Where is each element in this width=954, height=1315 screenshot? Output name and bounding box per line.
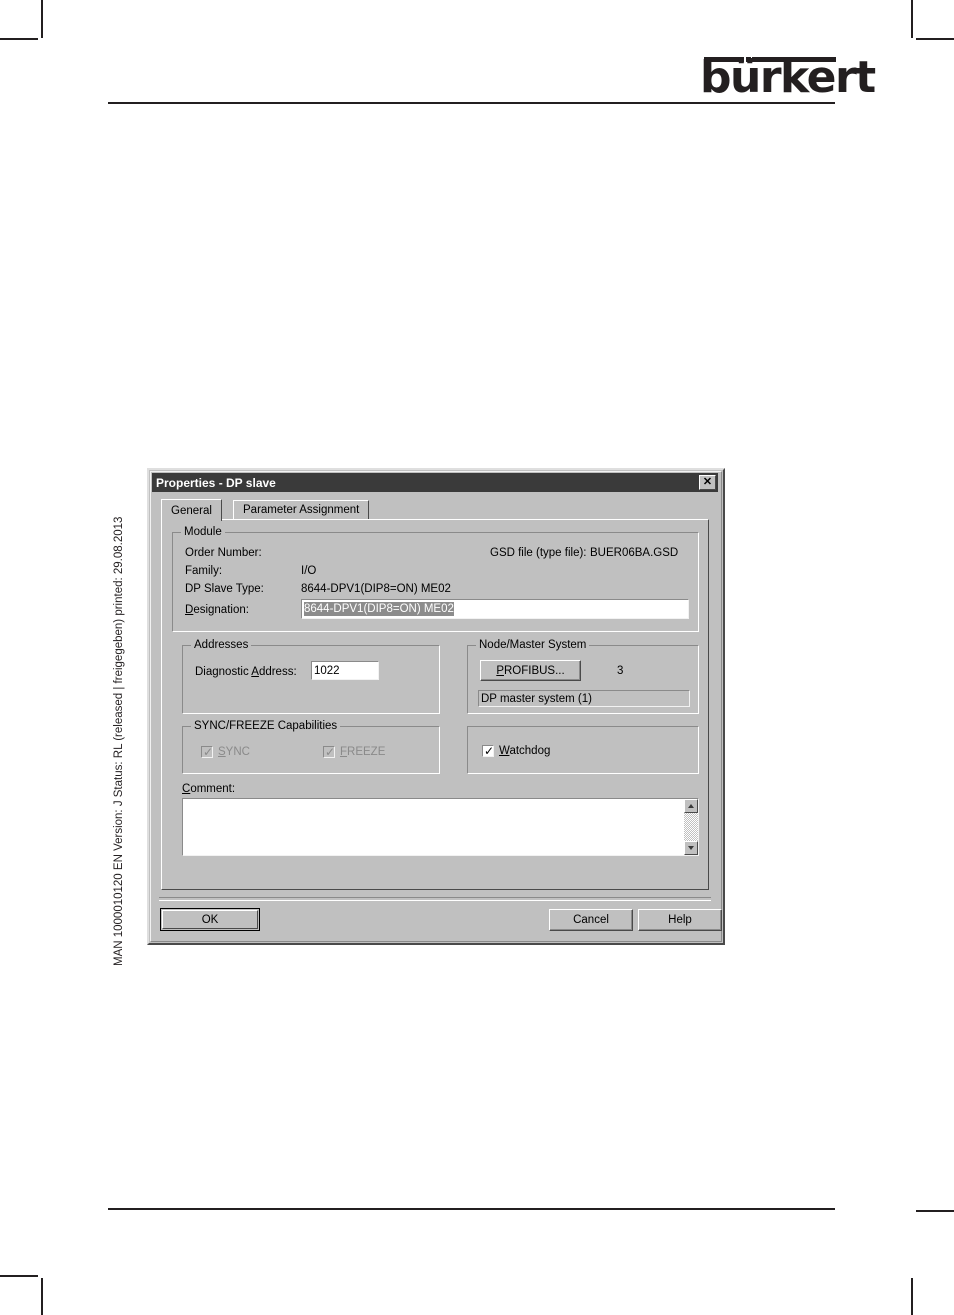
gsd-file-label: GSD file (type file):	[490, 547, 587, 559]
scroll-up-icon[interactable]	[684, 799, 698, 813]
designation-input[interactable]: 8644-DPV1(DIP8=ON) ME02	[301, 599, 689, 619]
dp-slave-type-label: DP Slave Type:	[185, 583, 264, 595]
node-master-system-group: Node/Master System PROFIBUS... 3 DP mast…	[467, 639, 699, 714]
burkert-logo: bürkert	[700, 53, 876, 103]
crop-mark-bottom-right-h	[916, 1210, 954, 1212]
crop-mark-top-right-v	[911, 0, 913, 38]
dialog-titlebar[interactable]: Properties - DP slave ✕	[152, 473, 718, 492]
comment-label: Comment:	[182, 783, 236, 795]
family-label: Family:	[185, 565, 223, 577]
ok-button[interactable]: OK	[160, 908, 260, 931]
checkbox-icon-watchdog: ✓	[482, 744, 495, 758]
close-icon[interactable]: ✕	[699, 475, 716, 490]
crop-mark-top-left-h	[0, 38, 38, 40]
dp-master-system-value: DP master system (1)	[481, 692, 592, 705]
scrollbar-track[interactable]	[684, 813, 698, 841]
checkbox-icon-sync: ✓	[201, 745, 214, 759]
logo-wordmark: bürkert	[700, 52, 876, 103]
tab-page-general: Module Order Number: GSD file (type file…	[161, 519, 709, 890]
comment-value	[183, 799, 698, 803]
tab-general-label: General	[171, 504, 212, 517]
module-group-label: Module	[181, 526, 225, 538]
dialog-title: Properties - DP slave	[156, 475, 276, 490]
profibus-button[interactable]: PROFIBUS...	[480, 660, 581, 681]
freeze-checkbox-label: FREEZE	[340, 746, 386, 758]
tab-parameter-assignment-label: Parameter Assignment	[243, 504, 360, 516]
crop-mark-top-right-h	[916, 38, 954, 40]
crop-mark-bottom-right-v	[911, 1278, 913, 1315]
scroll-down-icon[interactable]	[684, 841, 698, 855]
document-side-note: MAN 1000010120 EN Version: J Status: RL …	[113, 516, 125, 966]
watchdog-checkbox-label: Watchdog	[499, 745, 551, 757]
freeze-checkbox[interactable]: ✓ FREEZE	[323, 745, 386, 759]
properties-dp-slave-dialog: Properties - DP slave ✕ General Paramete…	[147, 468, 725, 945]
diagnostic-address-input[interactable]: 1022	[311, 661, 379, 680]
tab-parameter-assignment[interactable]: Parameter Assignment	[233, 500, 370, 519]
ok-button-label: OK	[201, 913, 219, 926]
sync-freeze-group-label: SYNC/FREEZE Capabilities	[191, 720, 341, 732]
gsd-file-value: BUER06BA.GSD	[590, 547, 679, 559]
sync-checkbox-label: SYNC	[218, 746, 250, 758]
cancel-button[interactable]: Cancel	[549, 909, 633, 931]
cancel-button-label: Cancel	[573, 914, 609, 926]
module-group: Module Order Number: GSD file (type file…	[172, 526, 699, 632]
designation-input-value: 8644-DPV1(DIP8=ON) ME02	[304, 602, 454, 616]
family-value: I/O	[301, 565, 317, 577]
watchdog-group: ✓ Watchdog	[467, 726, 699, 774]
node-master-system-group-label: Node/Master System	[476, 639, 590, 651]
order-number-label: Order Number:	[185, 547, 262, 559]
help-button-label: Help	[668, 914, 692, 926]
diagnostic-address-label: Diagnostic Address:	[195, 666, 297, 678]
checkbox-icon-freeze: ✓	[323, 745, 336, 759]
comment-textarea[interactable]	[182, 798, 699, 856]
footer-rule	[108, 1208, 835, 1210]
dp-slave-type-value: 8644-DPV1(DIP8=ON) ME02	[301, 583, 451, 595]
watchdog-checkbox[interactable]: ✓ Watchdog	[482, 744, 551, 758]
profibus-button-label: PROFIBUS...	[496, 664, 565, 677]
node-number-value: 3	[617, 665, 624, 677]
help-button[interactable]: Help	[638, 909, 722, 931]
designation-label: Designation:	[185, 604, 249, 616]
dialog-button-separator	[159, 897, 711, 901]
crop-mark-top-left-v	[41, 0, 43, 38]
designation-label-rest: esignation:	[193, 604, 249, 616]
crop-mark-bottom-left-h	[0, 1275, 38, 1277]
tab-general[interactable]: General	[161, 499, 222, 521]
sync-checkbox[interactable]: ✓ SYNC	[201, 745, 250, 759]
tabstrip: General Parameter Assignment	[161, 499, 709, 521]
addresses-group: Addresses Diagnostic Address: 1022	[182, 639, 440, 714]
comment-scrollbar[interactable]	[684, 799, 698, 855]
diagnostic-address-value: 1022	[314, 664, 340, 677]
dp-master-system-field: DP master system (1)	[478, 690, 690, 707]
crop-mark-bottom-left-v	[41, 1278, 43, 1315]
sync-freeze-group: SYNC/FREEZE Capabilities ✓ SYNC ✓ FREEZE	[182, 720, 440, 774]
addresses-group-label: Addresses	[191, 639, 252, 651]
